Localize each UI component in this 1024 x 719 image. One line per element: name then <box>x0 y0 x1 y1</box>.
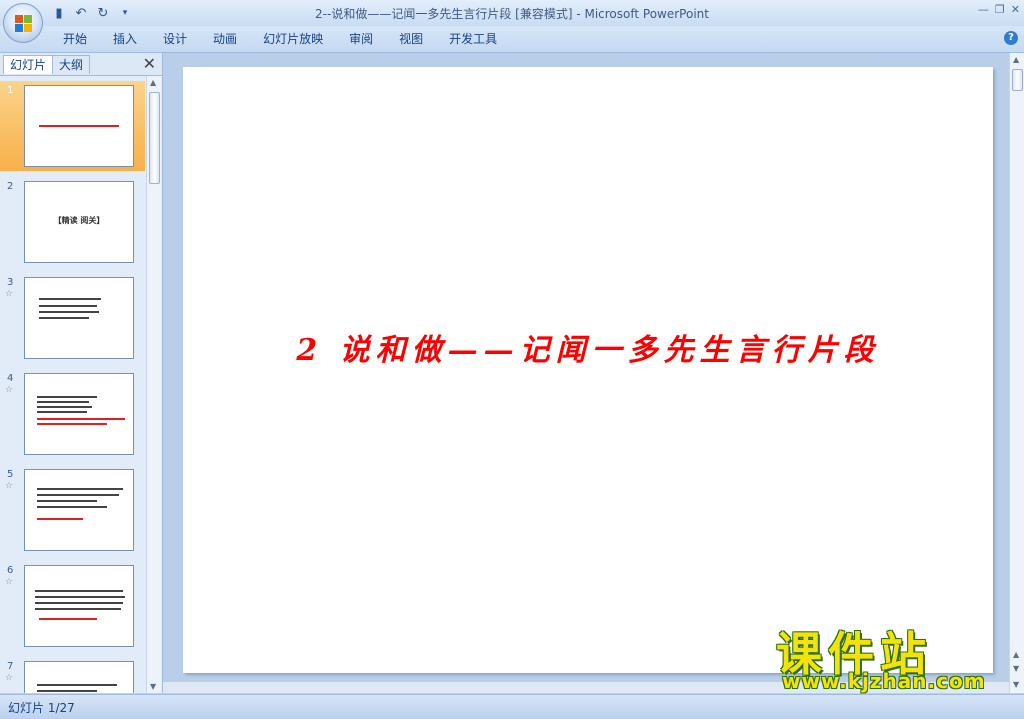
slide-number: 2 <box>7 181 14 192</box>
previous-slide-icon[interactable]: ▲ <box>1013 650 1019 659</box>
animation-star-icon: ☆ <box>5 289 14 299</box>
slide-number: 5 <box>7 469 14 480</box>
slide-title[interactable]: 2 说和做——记闻一多先生言行片段 <box>183 325 993 369</box>
help-icon[interactable]: ? <box>1004 31 1018 45</box>
tab-animations[interactable]: 动画 <box>200 31 250 47</box>
title-bar: ▮ ↶ ↻ ▾ 2--说和做——记闻一多先生言行片段 [兼容模式] - Micr… <box>0 0 1024 26</box>
slide-number: 7 <box>7 661 14 672</box>
slide-thumbnail-2[interactable]: 2 【精读 阅关】 <box>0 177 145 267</box>
office-button[interactable] <box>3 3 43 43</box>
slide-number: 6 <box>7 565 14 576</box>
thumbnail-scrollbar[interactable]: ▲ ▼ <box>146 76 161 693</box>
slides-pane: 幻灯片 大纲 ✕ 1 2 【精读 阅关】 3 ☆ 4 ☆ 5 ☆ 6 ☆ 7 ☆… <box>0 53 163 693</box>
tab-insert[interactable]: 插入 <box>100 31 150 47</box>
watermark: 课件站 www.kjzhan.com <box>776 618 1006 694</box>
status-bar: 幻灯片 1/27 <box>0 694 1024 719</box>
minimize-icon[interactable]: — <box>978 3 989 16</box>
animation-star-icon: ☆ <box>5 385 14 395</box>
tab-slideshow[interactable]: 幻灯片放映 <box>250 31 336 47</box>
scroll-up-icon[interactable]: ▲ <box>1013 55 1019 64</box>
slide-number: 4 <box>7 373 14 384</box>
slide-preview <box>24 85 134 167</box>
office-logo-icon <box>15 15 33 33</box>
watermark-url: www.kjzhan.com <box>782 669 986 693</box>
current-slide[interactable]: 2 说和做——记闻一多先生言行片段 <box>183 67 993 673</box>
scroll-down-icon[interactable]: ▼ <box>150 682 156 691</box>
slide-preview <box>24 565 134 647</box>
scroll-up-icon[interactable]: ▲ <box>150 78 156 87</box>
window-title: 2--说和做——记闻一多先生言行片段 [兼容模式] - Microsoft Po… <box>315 7 709 21</box>
pane-tabs: 幻灯片 大纲 ✕ <box>0 53 162 76</box>
close-pane-icon[interactable]: ✕ <box>143 54 156 73</box>
scroll-thumb[interactable] <box>1012 69 1023 91</box>
slide-preview <box>24 277 134 359</box>
slide-editor: 2 说和做——记闻一多先生言行片段 <box>163 53 1009 693</box>
thumbnail-list: 1 2 【精读 阅关】 3 ☆ 4 ☆ 5 ☆ 6 ☆ 7 ☆ <box>0 76 145 693</box>
scroll-down-icon[interactable]: ▼ <box>1013 680 1019 689</box>
close-icon[interactable]: ✕ <box>1011 3 1020 16</box>
slide-thumbnail-4[interactable]: 4 ☆ <box>0 369 145 459</box>
restore-icon[interactable]: ❐ <box>995 3 1005 16</box>
window-controls: — ❐ ✕ <box>978 3 1020 16</box>
animation-star-icon: ☆ <box>5 673 14 683</box>
tab-home[interactable]: 开始 <box>50 31 100 47</box>
scroll-thumb[interactable] <box>149 92 160 184</box>
slide-thumbnail-1[interactable]: 1 <box>0 81 145 171</box>
slide-scrollbar[interactable]: ▲ ▲ ▼ ▼ <box>1009 53 1024 693</box>
slide-preview: 【精读 阅关】 <box>24 181 134 263</box>
slide-number: 1 <box>7 85 14 96</box>
slide-thumbnail-3[interactable]: 3 ☆ <box>0 273 145 363</box>
slide-number: 3 <box>7 277 14 288</box>
slide-preview <box>24 661 134 693</box>
slide-thumbnail-5[interactable]: 5 ☆ <box>0 465 145 555</box>
tab-slides[interactable]: 幻灯片 <box>3 55 54 74</box>
tab-review[interactable]: 审阅 <box>336 31 386 47</box>
thumbnail-text: 【精读 阅关】 <box>53 216 105 225</box>
ribbon-tabs: 开始 插入 设计 动画 幻灯片放映 审阅 视图 开发工具 ? <box>0 26 1024 53</box>
tab-outline[interactable]: 大纲 <box>52 55 91 74</box>
slide-counter: 幻灯片 1/27 <box>8 701 75 715</box>
animation-star-icon: ☆ <box>5 481 14 491</box>
slide-preview <box>24 469 134 551</box>
tab-design[interactable]: 设计 <box>150 31 200 47</box>
slide-thumbnail-7[interactable]: 7 ☆ <box>0 657 145 693</box>
slide-preview <box>24 373 134 455</box>
animation-star-icon: ☆ <box>5 577 14 587</box>
tab-view[interactable]: 视图 <box>386 31 436 47</box>
next-slide-icon[interactable]: ▼ <box>1013 664 1019 673</box>
tab-developer[interactable]: 开发工具 <box>436 31 510 47</box>
slide-thumbnail-6[interactable]: 6 ☆ <box>0 561 145 651</box>
